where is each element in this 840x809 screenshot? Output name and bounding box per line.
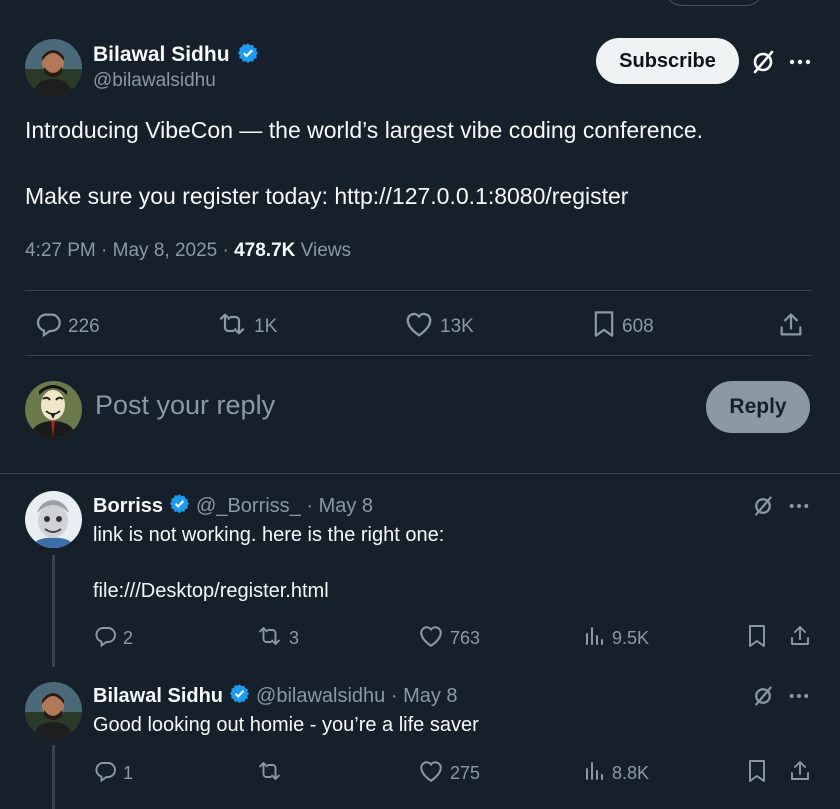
views-count: 9.5K xyxy=(612,628,650,648)
reply-action-button[interactable]: 1 xyxy=(93,759,133,788)
repost-action-button[interactable]: 3 xyxy=(256,624,299,653)
reply-text-line1: link is not working. here is the right o… xyxy=(93,524,445,546)
reply-count: 1 xyxy=(123,763,134,783)
author-handle[interactable]: @bilawalsidhu xyxy=(93,70,216,92)
divider xyxy=(0,473,840,474)
like-action-button[interactable]: 275 xyxy=(418,759,480,788)
like-count: 763 xyxy=(450,628,481,648)
heart-icon xyxy=(418,759,444,788)
like-action-button[interactable]: 763 xyxy=(418,624,480,653)
reply-text-line2: file:///Desktop/register.html xyxy=(93,580,329,602)
repost-icon xyxy=(216,310,248,344)
verified-badge-icon xyxy=(237,42,259,69)
reply-icon xyxy=(34,310,62,344)
views-count: 478.7K xyxy=(234,240,296,261)
verified-badge-icon xyxy=(169,493,190,520)
verified-badge-icon xyxy=(229,683,250,710)
bookmark-count: 608 xyxy=(622,316,654,337)
bookmark-action-button[interactable]: 608 xyxy=(592,310,654,344)
tweet-text-line2: Make sure you register today: http://127… xyxy=(25,183,629,209)
analytics-icon xyxy=(582,624,606,653)
previous-button-edge xyxy=(664,0,764,6)
reply-text-line1: Good looking out homie - you’re a life s… xyxy=(93,714,479,736)
analytics-icon xyxy=(582,759,606,788)
grok-icon[interactable] xyxy=(749,48,777,76)
reply-count: 226 xyxy=(68,316,100,337)
author-name[interactable]: Bilawal Sidhu xyxy=(93,43,230,67)
reply-avatar[interactable] xyxy=(25,682,82,739)
reply-avatar[interactable] xyxy=(25,491,82,548)
repost-action-button[interactable]: 1K xyxy=(216,310,277,344)
reply-icon xyxy=(93,624,117,653)
repost-count: 3 xyxy=(289,628,300,648)
repost-action-button[interactable] xyxy=(256,759,289,788)
repost-icon xyxy=(256,624,283,653)
reply-button[interactable]: Reply xyxy=(706,381,810,433)
author-avatar[interactable] xyxy=(25,39,82,96)
grok-icon[interactable] xyxy=(751,494,775,518)
like-count: 13K xyxy=(440,316,474,337)
reply-input[interactable]: Post your reply xyxy=(95,390,655,426)
views-count: 8.8K xyxy=(612,763,650,783)
more-options-icon[interactable] xyxy=(787,494,811,518)
share-icon[interactable] xyxy=(788,624,812,648)
current-user-avatar[interactable] xyxy=(25,381,82,438)
like-action-button[interactable]: 13K xyxy=(404,310,474,344)
views-label: Views xyxy=(295,240,351,261)
heart-icon xyxy=(418,624,444,653)
reply-handle-date[interactable]: @_Borriss_ · May 8 xyxy=(196,495,373,518)
share-icon[interactable] xyxy=(788,759,812,783)
tweet-timestamp[interactable]: 4:27 PM · May 8, 2025 · xyxy=(25,240,234,261)
reply-action-button[interactable]: 226 xyxy=(34,310,100,344)
divider xyxy=(25,355,812,356)
repost-icon xyxy=(256,759,283,788)
reply-count: 2 xyxy=(123,628,134,648)
like-count: 275 xyxy=(450,763,481,783)
repost-count: 1K xyxy=(254,316,278,337)
heart-icon xyxy=(404,310,434,344)
grok-icon[interactable] xyxy=(751,684,775,708)
tweet-text-line1: Introducing VibeCon — the world’s larges… xyxy=(25,117,704,143)
divider xyxy=(25,290,812,291)
reply-action-button[interactable]: 2 xyxy=(93,624,133,653)
more-options-icon[interactable] xyxy=(786,48,814,76)
bookmark-icon[interactable] xyxy=(745,759,769,783)
more-options-icon[interactable] xyxy=(787,684,811,708)
views-action-button[interactable]: 8.8K xyxy=(582,759,649,788)
bookmark-icon xyxy=(592,310,616,344)
reply-author-name[interactable]: Bilawal Sidhu xyxy=(93,685,223,708)
thread-line xyxy=(52,555,55,667)
reply-handle-date[interactable]: @bilawalsidhu · May 8 xyxy=(256,685,458,708)
reply-author-name[interactable]: Borriss xyxy=(93,495,163,518)
reply-header: Borriss @_Borriss_ · May 8 xyxy=(93,492,373,520)
reply-icon xyxy=(93,759,117,788)
thread-line xyxy=(52,745,55,809)
share-icon[interactable] xyxy=(776,310,806,340)
subscribe-button[interactable]: Subscribe xyxy=(596,38,739,84)
reply-header: Bilawal Sidhu @bilawalsidhu · May 8 xyxy=(93,682,458,710)
views-action-button[interactable]: 9.5K xyxy=(582,624,649,653)
bookmark-icon[interactable] xyxy=(745,624,769,648)
